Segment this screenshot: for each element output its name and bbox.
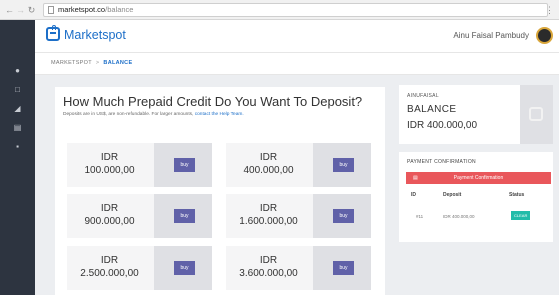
deposit-amount: IDR 400.000,00 (226, 151, 311, 177)
stats-icon[interactable]: ▪ (11, 140, 24, 153)
deposit-amount: IDR 900.000,00 (67, 202, 152, 228)
back-icon[interactable]: ← (4, 4, 15, 16)
deposit-currency: IDR (259, 203, 278, 214)
page-title: How Much Prepaid Credit Do You Want To D… (63, 94, 363, 109)
buy-area: buy (313, 194, 371, 238)
row-id: #11 (416, 214, 424, 219)
deposit-value: 3.600.000,00 (239, 268, 298, 279)
deposit-amount: IDR 3.600.000,00 (226, 254, 311, 280)
shopping-bag-icon[interactable] (46, 25, 60, 41)
buy-button[interactable]: buy (174, 209, 195, 223)
deposit-option: IDR 100.000,00 buy (67, 143, 212, 187)
deposit-option: IDR 2.500.000,00 buy (67, 246, 212, 290)
address-bar[interactable]: marketspot.co/balance (43, 2, 548, 17)
deposit-currency: IDR (100, 152, 119, 163)
browser-toolbar: ← → ↻ marketspot.co/balance ⋮ (0, 0, 559, 20)
user-icon[interactable]: ● (11, 64, 24, 77)
deposit-note: Deposits are in US$, are non-refundable.… (63, 112, 244, 117)
column-header-id: ID (411, 192, 416, 198)
column-header-status: Status (509, 192, 525, 198)
sidebar: ● □ ◢ ▤ ▪ (0, 20, 35, 295)
buy-button[interactable]: buy (333, 261, 354, 275)
deposit-currency: IDR (100, 255, 119, 266)
url-path: /balance (105, 5, 134, 14)
app-header: Marketspot Ainu Faisal Pambudy (35, 20, 559, 53)
user-name[interactable]: Ainu Faisal Pambudy (453, 31, 529, 40)
deposit-option: IDR 400.000,00 buy (226, 143, 371, 187)
payment-title: PAYMENT CONFIRMATION (407, 159, 476, 165)
breadcrumb-current: BALANCE (103, 60, 133, 66)
buy-area: buy (154, 246, 212, 290)
buy-area: buy (154, 194, 212, 238)
brand-name[interactable]: Marketspot (64, 28, 126, 42)
deposit-option: IDR 900.000,00 buy (67, 194, 212, 238)
balance-card: AINUFAISAL BALANCE IDR 400.000,00 (399, 85, 553, 144)
buy-button[interactable]: buy (174, 261, 195, 275)
forward-icon[interactable]: → (15, 4, 26, 16)
deposit-currency: IDR (259, 152, 278, 163)
buy-button[interactable]: buy (333, 209, 354, 223)
balance-user: AINUFAISAL (407, 93, 439, 99)
help-team-link[interactable]: contact the Help Team. (195, 112, 244, 117)
deposit-amount: IDR 2.500.000,00 (67, 254, 152, 280)
deposit-amount: IDR 100.000,00 (67, 151, 152, 177)
deposit-currency: IDR (259, 255, 278, 266)
deposit-value: 900.000,00 (84, 216, 135, 227)
inbox-icon[interactable]: ▤ (11, 121, 24, 134)
payment-confirmation-panel: PAYMENT CONFIRMATION ▤ Payment Confirmat… (399, 152, 553, 242)
chart-icon[interactable]: ◢ (11, 102, 24, 115)
deposit-amount: IDR 1.600.000,00 (226, 202, 311, 228)
url-host: marketspot.co (58, 5, 106, 14)
breadcrumb: MARKETSPOT > BALANCE (51, 60, 132, 66)
column-header-deposit: Deposit (443, 192, 462, 198)
deposit-value: 2.500.000,00 (80, 268, 139, 279)
wallet-icon (529, 107, 543, 121)
avatar[interactable] (536, 27, 553, 44)
balance-amount: IDR 400.000,00 (407, 120, 478, 131)
balance-label: BALANCE (407, 104, 457, 115)
status-badge[interactable]: CLEAR (511, 211, 531, 220)
deposit-panel: How Much Prepaid Credit Do You Want To D… (55, 87, 385, 295)
deposit-currency: IDR (100, 203, 119, 214)
deposit-value: 1.600.000,00 (239, 216, 298, 227)
deposit-note-text: Deposits are in US$, are non-refundable.… (63, 112, 194, 117)
payment-confirmation-label: Payment Confirmation (453, 175, 504, 181)
row-deposit: IDR 400.000,00 (443, 214, 475, 219)
buy-area: buy (154, 143, 212, 187)
deposit-option: IDR 1.600.000,00 buy (226, 194, 371, 238)
balance-side (520, 85, 553, 144)
browser-menu-icon[interactable]: ⋮ (545, 5, 554, 16)
payment-confirmation-button[interactable]: ▤ Payment Confirmation (406, 172, 551, 184)
deposit-value: 100.000,00 (84, 165, 135, 176)
breadcrumb-root[interactable]: MARKETSPOT (51, 60, 92, 66)
page-icon (48, 5, 54, 14)
deposit-value: 400.000,00 (243, 165, 294, 176)
document-icon[interactable]: □ (11, 83, 24, 96)
buy-button[interactable]: buy (333, 158, 354, 172)
reload-icon[interactable]: ↻ (26, 4, 37, 16)
deposit-option: IDR 3.600.000,00 buy (226, 246, 371, 290)
breadcrumb-bar: MARKETSPOT > BALANCE (35, 53, 559, 75)
breadcrumb-separator: > (95, 60, 100, 66)
buy-area: buy (313, 143, 371, 187)
buy-area: buy (313, 246, 371, 290)
buy-button[interactable]: buy (174, 158, 195, 172)
